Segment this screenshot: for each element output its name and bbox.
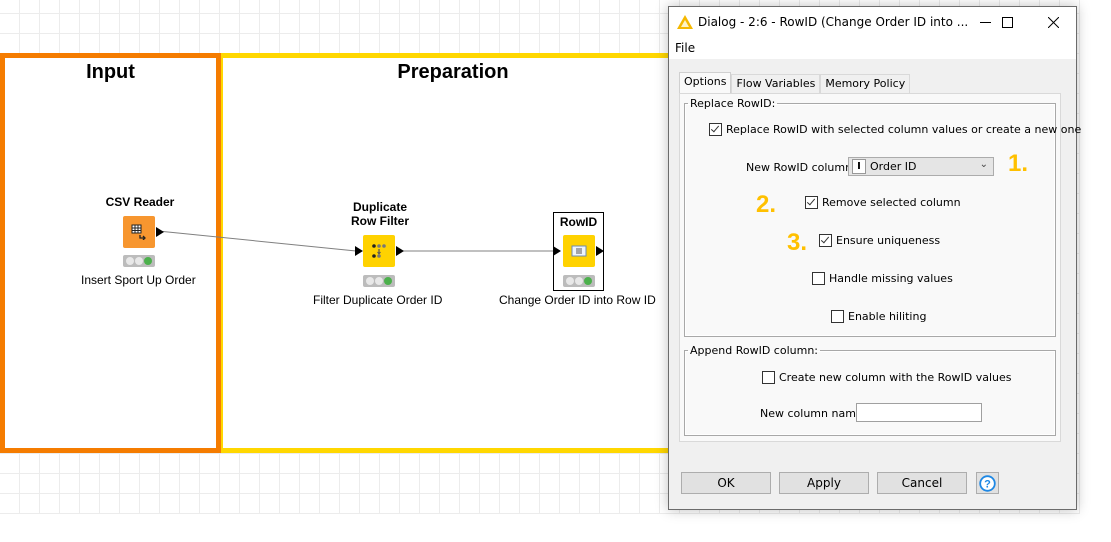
checkbox-label: Ensure uniqueness (836, 234, 941, 247)
input-port[interactable] (553, 246, 561, 256)
checkbox-label: Enable hiliting (848, 310, 927, 323)
table-arrow-icon[interactable] (123, 216, 155, 248)
new-rowid-column-label: New RowID column: (746, 161, 856, 174)
close-button[interactable] (1030, 7, 1076, 37)
step-marker-3: 3. (787, 229, 808, 256)
append-rowid-legend: Append RowID column: (690, 344, 818, 357)
svg-text:?: ? (984, 478, 991, 490)
maximize-icon (1001, 16, 1013, 28)
checkbox-box[interactable] (709, 123, 722, 136)
step-marker-1: 1. (1008, 150, 1029, 177)
node-rowid[interactable]: RowID Change Order ID into Row ID (490, 200, 670, 310)
output-port[interactable] (596, 246, 604, 256)
checkbox-box[interactable] (762, 371, 775, 384)
input-port[interactable] (355, 246, 363, 256)
replace-rowid-checkbox[interactable]: Replace RowID with selected column value… (709, 123, 1081, 136)
selected-column: Order ID (870, 160, 917, 173)
ok-button[interactable]: OK (681, 472, 771, 494)
tab-options[interactable]: Options (679, 72, 732, 94)
remove-selected-column-checkbox[interactable]: Remove selected column (805, 196, 961, 209)
status-traffic-light (123, 255, 155, 267)
create-rowid-column-checkbox[interactable]: Create new column with the RowID values (762, 371, 1012, 384)
close-icon (1047, 16, 1059, 28)
node-title-line1: Duplicate (352, 200, 407, 214)
node-duplicate-row-filter[interactable]: Duplicate Row Filter Filter Duplicate Or… (300, 200, 460, 310)
menubar: File (669, 37, 1076, 59)
checkbox-box[interactable] (812, 272, 825, 285)
node-title-line2: Row Filter (350, 214, 409, 228)
node-label[interactable]: Insert Sport Up Order (81, 273, 196, 287)
handle-missing-values-checkbox[interactable]: Handle missing values (812, 272, 953, 285)
maximize-button[interactable] (984, 7, 1030, 37)
checkbox-label: Create new column with the RowID values (779, 371, 1012, 384)
tab-bar: Options Flow Variables Memory Policy (679, 72, 911, 94)
tab-flow-variables[interactable]: Flow Variables (731, 74, 821, 94)
ensure-uniqueness-checkbox[interactable]: Ensure uniqueness (819, 234, 940, 247)
node-label[interactable]: Filter Duplicate Order ID (313, 293, 442, 307)
string-type-icon: I (852, 159, 866, 174)
status-traffic-light (363, 275, 395, 287)
replace-rowid-legend: Replace RowID: (690, 97, 776, 110)
annotation-title: Preparation (397, 61, 509, 83)
status-traffic-light (563, 275, 595, 287)
dialog-title: Dialog - 2:6 - RowID (Change Order ID in… (698, 15, 969, 29)
rowid-dialog: Dialog - 2:6 - RowID (Change Order ID in… (668, 6, 1081, 510)
node-label[interactable]: Change Order ID into Row ID (499, 293, 656, 307)
help-icon: ? (979, 474, 996, 492)
help-button[interactable]: ? (976, 472, 999, 494)
node-title: CSV Reader (105, 195, 175, 209)
checkbox-box[interactable] (805, 196, 818, 209)
node-title: RowID (559, 215, 598, 229)
cancel-button[interactable]: Cancel (877, 472, 967, 494)
new-column-name-label: New column name: (760, 407, 867, 420)
output-port[interactable] (396, 246, 404, 256)
append-rowid-group: Append RowID column: (684, 344, 1056, 436)
dots-filter-icon[interactable] (363, 235, 395, 267)
dialog-titlebar[interactable]: Dialog - 2:6 - RowID (Change Order ID in… (669, 7, 1076, 37)
checkbox-label: Handle missing values (829, 272, 953, 285)
new-column-name-input[interactable] (856, 403, 982, 422)
node-title: Duplicate Row Filter (300, 200, 460, 228)
checkbox-label: Replace RowID with selected column value… (726, 123, 1082, 136)
step-marker-2: 2. (756, 191, 777, 218)
tab-memory-policy[interactable]: Memory Policy (820, 74, 911, 94)
menu-file[interactable]: File (675, 41, 695, 55)
warning-icon (677, 15, 693, 32)
checkbox-box[interactable] (819, 234, 832, 247)
options-panel: Replace RowID: Replace RowID with select… (679, 93, 1081, 442)
node-csv-reader[interactable]: CSV Reader Insert Sport Up Order (70, 195, 210, 295)
output-port[interactable] (156, 227, 164, 237)
chevron-down-icon: ⌄ (979, 159, 988, 170)
checkbox-box[interactable] (831, 310, 844, 323)
annotation-title: Input (86, 61, 135, 83)
apply-button[interactable]: Apply (779, 472, 869, 494)
rowid-icon[interactable] (563, 235, 595, 267)
enable-hiliting-checkbox[interactable]: Enable hiliting (831, 310, 926, 323)
checkbox-label: Remove selected column (822, 196, 961, 209)
new-rowid-column-select[interactable]: I Order ID ⌄ (848, 157, 994, 176)
